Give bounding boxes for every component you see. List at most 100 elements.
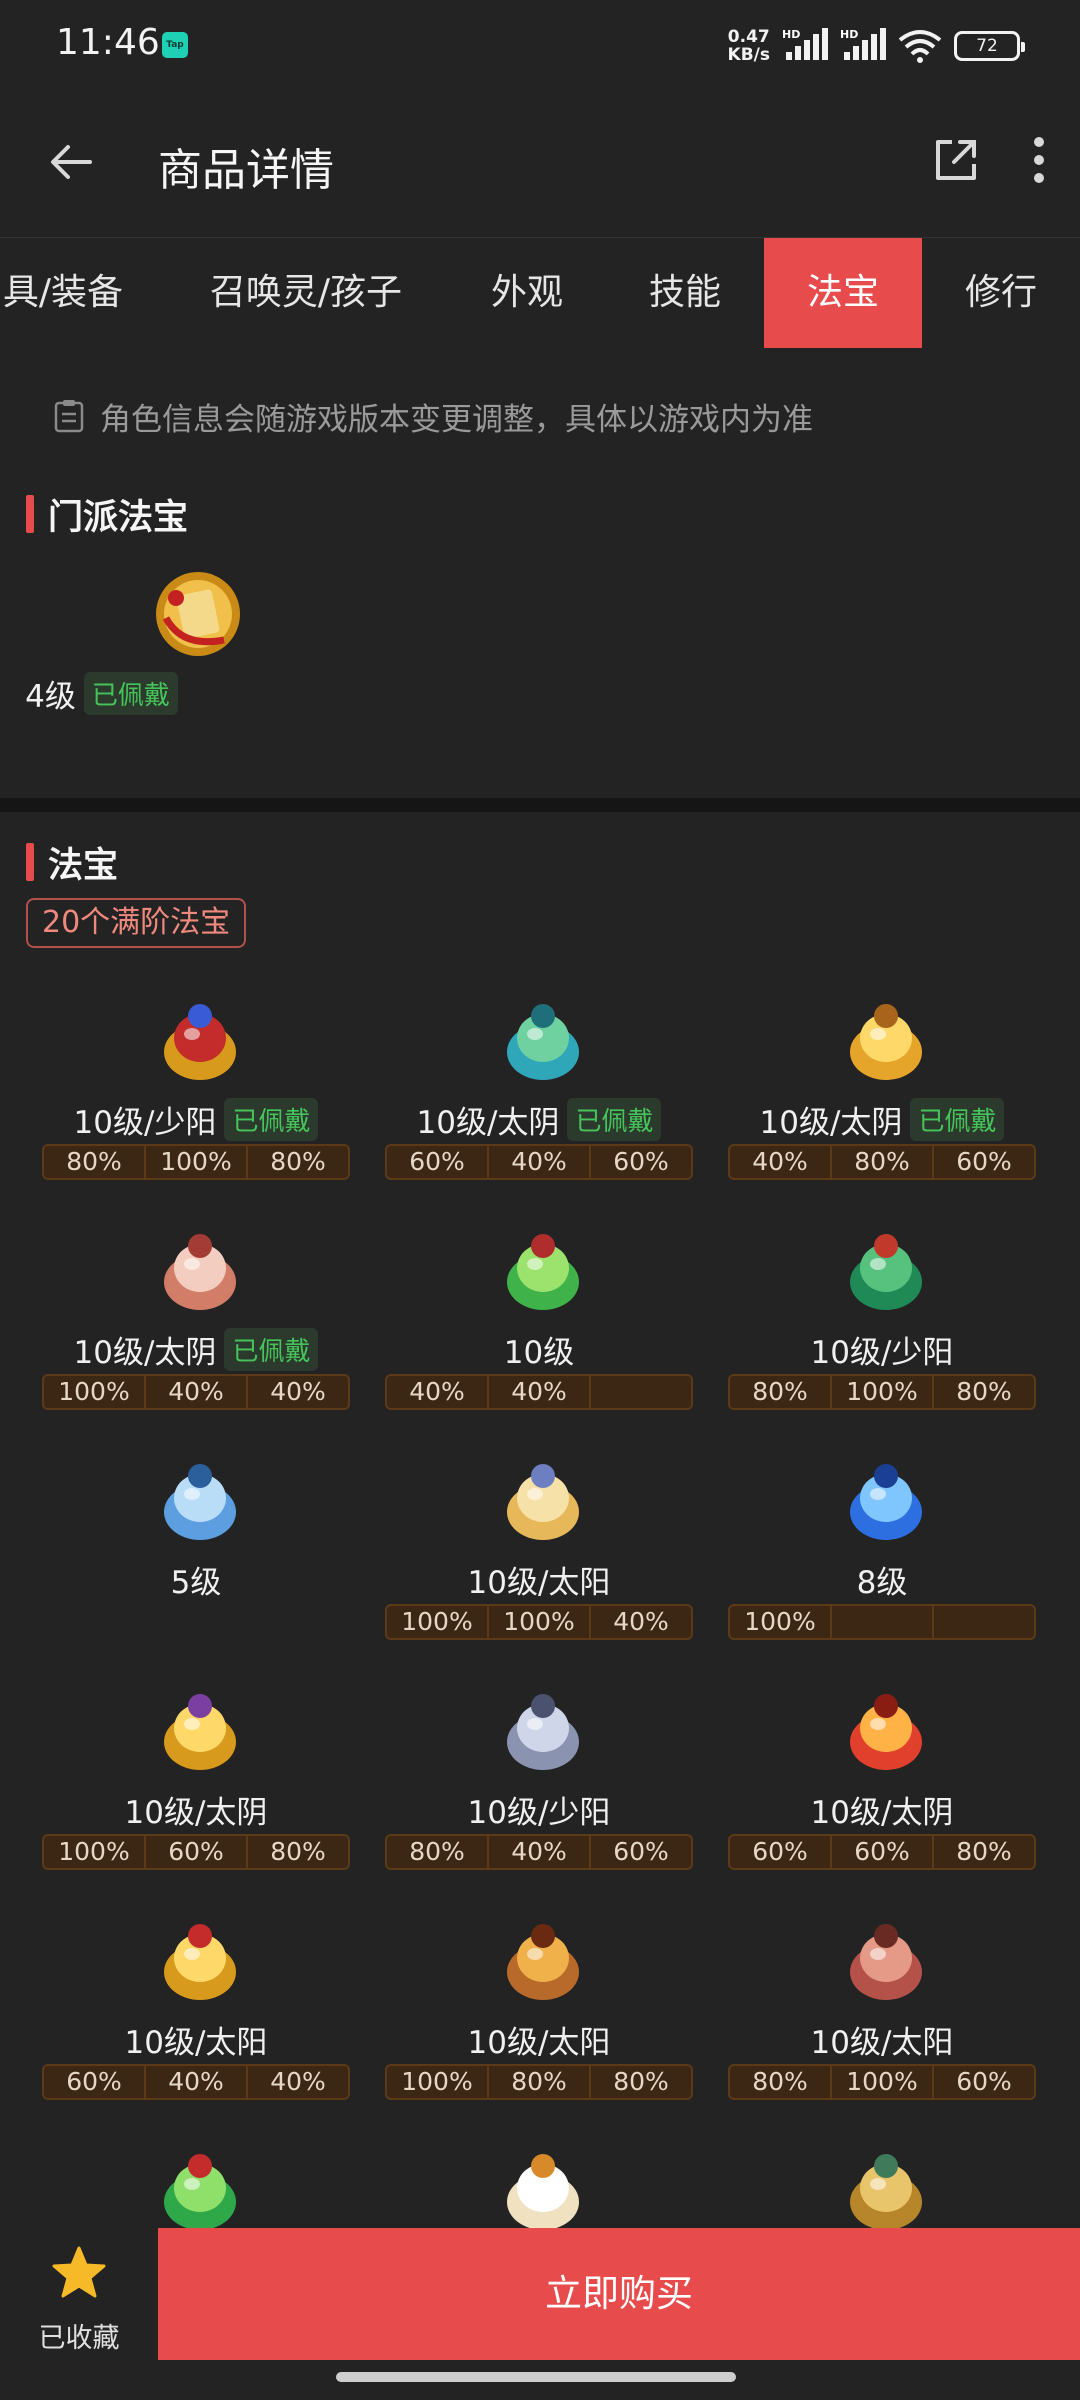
attribute-bars: 80% 100% 80% xyxy=(42,1144,350,1180)
treasure-item[interactable]: 10级/太阴 已佩戴 100% 40% 40% xyxy=(42,1224,385,1454)
treasure-level: 10级 xyxy=(503,1334,575,1371)
attribute-bars: 40% 80% 60% xyxy=(728,1144,1036,1180)
red-seal-icon xyxy=(840,1914,932,2006)
tap-app-icon: Tap xyxy=(162,32,188,58)
treasure-item[interactable]: 10级/太阴 已佩戴 60% 40% 60% xyxy=(385,994,728,1224)
attribute-bars: 80% 100% 80% xyxy=(728,1374,1036,1410)
attribute-bars: 80% 100% 60% xyxy=(728,2064,1036,2100)
treasure-item[interactable]: 10级/太阴 已佩戴 40% 80% 60% xyxy=(728,994,1071,1224)
notice-text: 角色信息会随游戏版本变更调整，具体以游戏内为准 xyxy=(100,401,813,438)
network-speed-unit: KB/s xyxy=(727,45,770,65)
treasure-item[interactable]: 8级 100% xyxy=(728,1454,1071,1684)
treasure-level: 4级 xyxy=(25,678,76,715)
attribute-bar-segment: 100% xyxy=(387,2066,489,2098)
attribute-bars: 40% 40% xyxy=(385,1374,693,1410)
treasure-item[interactable]: 10级/太阳 80% 100% 60% xyxy=(728,1914,1071,2144)
blue-book-icon xyxy=(154,1454,246,1546)
section-accent-bar xyxy=(26,495,34,533)
treasure-label: 10级/太阳 xyxy=(42,2014,350,2064)
attribute-bars: 100% 80% 80% xyxy=(385,2064,693,2100)
buy-now-button[interactable]: 立即购买 xyxy=(158,2228,1080,2360)
share-icon[interactable] xyxy=(930,134,982,186)
signal-icon: HD xyxy=(782,28,828,64)
back-arrow-icon[interactable] xyxy=(40,130,104,194)
green-gourd-icon xyxy=(497,1224,589,1316)
attribute-bars: 60% 40% 60% xyxy=(385,1144,693,1180)
attribute-bar-segment: 100% xyxy=(730,1606,832,1638)
tab-treasure[interactable]: 法宝 xyxy=(764,238,922,348)
top-app-bar: 商品详情 xyxy=(0,90,1080,238)
attribute-bar-segment: 40% xyxy=(730,1146,832,1178)
treasure-label: 10级/太阴 xyxy=(728,1784,1036,1834)
treasure-item[interactable]: 10级/太阴 60% 60% 80% xyxy=(728,1684,1071,1914)
gold-gourd-icon xyxy=(840,994,932,1086)
attribute-bars: 100% 100% 40% xyxy=(385,1604,693,1640)
attribute-bar-segment: 40% xyxy=(613,1607,669,1636)
treasure-item[interactable]: 5级 xyxy=(42,1454,385,1684)
treasure-level: 8级 xyxy=(856,1564,908,1601)
treasure-label: 10级/太阴 已佩戴 xyxy=(728,1094,1036,1144)
attribute-bar-segment: 80% xyxy=(730,2066,832,2098)
umbrella-icon xyxy=(840,1224,932,1316)
treasure-label: 10级/太阴 已佩戴 xyxy=(42,1324,350,1374)
treasure-item[interactable]: 10级 40% 40% xyxy=(385,1224,728,1454)
treasure-item[interactable]: 10级/太阳 60% 40% 40% xyxy=(42,1914,385,2144)
network-speed-value: 0.47 xyxy=(727,27,770,47)
crown-treasure-icon xyxy=(154,994,246,1086)
battery-icon: 72 xyxy=(954,31,1025,61)
attribute-bar-segment: 60% xyxy=(956,2067,1012,2096)
treasure-label: 5级 xyxy=(42,1554,350,1604)
treasure-item[interactable]: 10级/少阳 80% 100% 80% xyxy=(728,1224,1071,1454)
treasure-level: 10级/太阴 xyxy=(416,1104,560,1141)
attribute-bar-segment: 60% xyxy=(730,1836,832,1868)
attribute-bar-segment xyxy=(591,1376,691,1408)
tab-appearance[interactable]: 外观 xyxy=(470,238,584,348)
attribute-bar-segment: 80% xyxy=(832,1146,934,1178)
more-options-icon[interactable] xyxy=(1022,130,1056,190)
treasure-label: 10级/少阳 xyxy=(385,1784,693,1834)
attribute-bar-segment: 40% xyxy=(270,1377,326,1406)
network-speed: 0.47 KB/s xyxy=(728,28,770,64)
attribute-bar-segment: 100% xyxy=(832,2066,934,2098)
status-time: 11:46 xyxy=(56,22,160,63)
attribute-bar-segment: 40% xyxy=(489,1836,591,1868)
tab-summons[interactable]: 召唤灵/孩子 xyxy=(196,238,416,348)
section-title: 法宝 xyxy=(48,845,119,886)
attribute-bar-segment: 80% xyxy=(387,1836,489,1868)
treasure-item[interactable]: 10级/太阳 100% 80% 80% xyxy=(385,1914,728,2144)
tab-skills[interactable]: 技能 xyxy=(630,238,740,348)
attribute-bar-segment xyxy=(832,1606,934,1638)
star-icon xyxy=(52,2246,106,2298)
attribute-bar-segment: 40% xyxy=(270,2067,326,2096)
page-title: 商品详情 xyxy=(158,145,334,196)
treasure-label: 10级/少阳 已佩戴 xyxy=(42,1094,350,1144)
open-book-icon xyxy=(497,1454,589,1546)
tab-cultivation[interactable]: 修行 xyxy=(946,238,1056,348)
attribute-bar-segment: 80% xyxy=(270,1147,326,1176)
attribute-bar-segment: 60% xyxy=(387,1146,489,1178)
sect-treasure-label: 4级 已佩戴 xyxy=(0,668,273,718)
treasure-item[interactable]: 10级/少阳 已佩戴 80% 100% 80% xyxy=(42,994,385,1224)
treasure-item[interactable]: 10级/太阳 100% 100% 40% xyxy=(385,1454,728,1684)
attribute-bar-segment: 60% xyxy=(832,1836,934,1868)
tab-equipment[interactable]: 具/装备 xyxy=(0,238,138,348)
clipboard-icon xyxy=(54,400,84,433)
attribute-bar-segment: 80% xyxy=(956,1377,1012,1406)
sect-treasure-item[interactable]: 4级 已佩戴 xyxy=(25,568,369,798)
attribute-bars: 80% 40% 60% xyxy=(385,1834,693,1870)
hd-label: HD xyxy=(840,28,859,41)
bottom-action-bar: 已收藏 立即购买 xyxy=(0,2228,1080,2360)
treasure-level: 10级/太阴 xyxy=(759,1104,903,1141)
demon-mask-icon xyxy=(497,1914,589,2006)
treasure-item[interactable]: 10级/太阴 100% 60% 80% xyxy=(42,1684,385,1914)
attribute-bar-segment: 100% xyxy=(489,1606,591,1638)
gold-ring-icon xyxy=(154,1684,246,1776)
full-rank-count-badge: 20个满阶法宝 xyxy=(26,898,247,948)
favorite-button[interactable]: 已收藏 xyxy=(0,2228,158,2360)
green-dragon-icon xyxy=(154,2144,246,2236)
treasure-label: 10级/太阳 xyxy=(385,2014,693,2064)
treasure-level: 10级/太阳 xyxy=(124,2024,268,2061)
treasure-label: 8级 xyxy=(728,1554,1036,1604)
treasure-item[interactable]: 10级/少阳 80% 40% 60% xyxy=(385,1684,728,1914)
attribute-bar-segment xyxy=(934,1606,1034,1638)
